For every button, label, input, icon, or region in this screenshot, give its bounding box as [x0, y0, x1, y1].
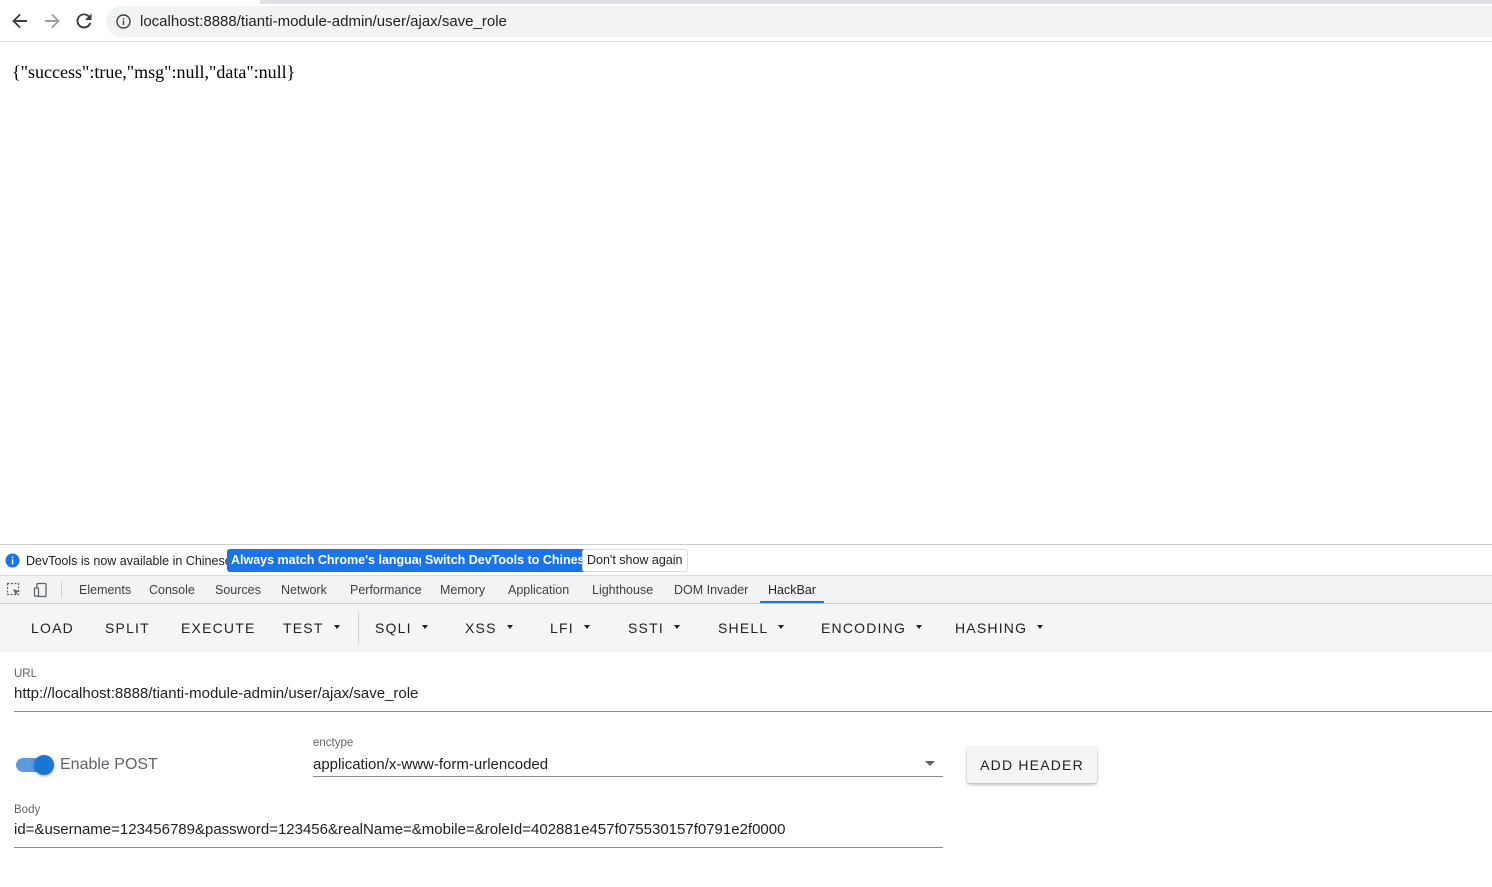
- test-menu-label: TEST: [283, 620, 324, 636]
- execute-button[interactable]: EXECUTE: [181, 620, 256, 636]
- tab-lighthouse[interactable]: Lighthouse: [592, 583, 653, 597]
- chevron-down-icon: [506, 625, 513, 630]
- infobar-message: DevTools is now available in Chinese!: [26, 554, 236, 568]
- active-tab-indicator: [760, 601, 824, 603]
- chevron-down-icon: [333, 625, 340, 630]
- browser-toolbar: localhost:8888/tianti-module-admin/user/…: [0, 0, 1492, 42]
- tab-application[interactable]: Application: [508, 583, 569, 597]
- chevron-down-icon: [1037, 625, 1044, 630]
- tab-hackbar[interactable]: HackBar: [768, 583, 816, 597]
- reload-icon[interactable]: [74, 11, 94, 31]
- chevron-down-icon: [916, 625, 923, 630]
- forward-arrow-icon[interactable]: [42, 11, 62, 31]
- tab-memory[interactable]: Memory: [440, 583, 485, 597]
- address-url[interactable]: localhost:8888/tianti-module-admin/user/…: [140, 13, 507, 30]
- xss-menu-label: XSS: [465, 620, 497, 636]
- dont-show-again-button[interactable]: Don't show again: [582, 549, 688, 572]
- add-header-button[interactable]: ADD HEADER: [967, 747, 1097, 783]
- chevron-down-icon: [778, 625, 785, 630]
- url-input-underline: [14, 711, 1492, 712]
- tabs-separator: [61, 582, 62, 598]
- info-icon: [5, 553, 20, 568]
- inspect-element-icon[interactable]: [6, 582, 22, 598]
- sqli-menu-button[interactable]: SQLI: [375, 620, 428, 636]
- ssti-menu-button[interactable]: SSTI: [628, 620, 680, 636]
- url-input[interactable]: http://localhost:8888/tianti-module-admi…: [14, 685, 418, 702]
- enable-post-label: Enable POST: [60, 756, 158, 773]
- encoding-menu-label: ENCODING: [821, 620, 907, 636]
- toggle-knob: [34, 755, 54, 775]
- site-info-icon[interactable]: [116, 14, 131, 29]
- device-toolbar-icon[interactable]: [33, 582, 49, 598]
- encoding-menu-button[interactable]: ENCODING: [821, 620, 923, 636]
- tab-console[interactable]: Console: [149, 583, 195, 597]
- devtools-tabs-bar: Elements Console Sources Network Perform…: [0, 576, 1492, 604]
- devtools-panel: DevTools is now available in Chinese! Al…: [0, 544, 1492, 887]
- chevron-down-icon: [673, 625, 680, 630]
- tab-dom-invader[interactable]: DOM Invader: [674, 583, 748, 597]
- lfi-menu-button[interactable]: LFI: [550, 620, 590, 636]
- lfi-menu-label: LFI: [550, 620, 574, 636]
- json-response: {"success":true,"msg":null,"data":null}: [12, 62, 296, 82]
- tab-sources[interactable]: Sources: [215, 583, 261, 597]
- back-arrow-icon[interactable]: [10, 11, 30, 31]
- hashing-menu-button[interactable]: HASHING: [955, 620, 1044, 636]
- always-match-language-button[interactable]: Always match Chrome's language: [227, 549, 438, 572]
- enctype-label: enctype: [313, 737, 354, 749]
- body-field-label: Body: [14, 804, 41, 816]
- address-bar[interactable]: localhost:8888/tianti-module-admin/user/…: [106, 6, 1492, 37]
- hackbar-toolbar: LOAD SPLIT EXECUTE TEST SQLI XSS LFI SST…: [0, 604, 1492, 652]
- tab-performance[interactable]: Performance: [350, 583, 422, 597]
- enctype-select[interactable]: application/x-www-form-urlencoded: [313, 756, 548, 773]
- test-menu-button[interactable]: TEST: [283, 620, 340, 636]
- devtools-language-infobar: DevTools is now available in Chinese! Al…: [0, 545, 1492, 576]
- tab-strip: [260, 0, 1492, 4]
- enable-post-toggle[interactable]: [16, 755, 54, 775]
- shell-menu-button[interactable]: SHELL: [718, 620, 785, 636]
- tab-elements[interactable]: Elements: [79, 583, 131, 597]
- hashing-menu-label: HASHING: [955, 620, 1028, 636]
- body-input[interactable]: id=&username=123456789&password=123456&r…: [14, 821, 785, 838]
- toolbar-separator: [358, 612, 359, 644]
- dropdown-arrow-icon[interactable]: [925, 761, 935, 766]
- xss-menu-button[interactable]: XSS: [465, 620, 513, 636]
- split-button[interactable]: SPLIT: [105, 620, 150, 636]
- tab-network[interactable]: Network: [281, 583, 327, 597]
- chevron-down-icon: [583, 625, 590, 630]
- load-button[interactable]: LOAD: [31, 620, 74, 636]
- shell-menu-label: SHELL: [718, 620, 769, 636]
- switch-to-chinese-button[interactable]: Switch DevTools to Chinese: [421, 549, 596, 572]
- body-input-underline: [14, 847, 943, 848]
- url-field-label: URL: [14, 668, 38, 680]
- sqli-menu-label: SQLI: [375, 620, 412, 636]
- chevron-down-icon: [421, 625, 428, 630]
- enctype-select-underline: [313, 776, 943, 777]
- ssti-menu-label: SSTI: [628, 620, 664, 636]
